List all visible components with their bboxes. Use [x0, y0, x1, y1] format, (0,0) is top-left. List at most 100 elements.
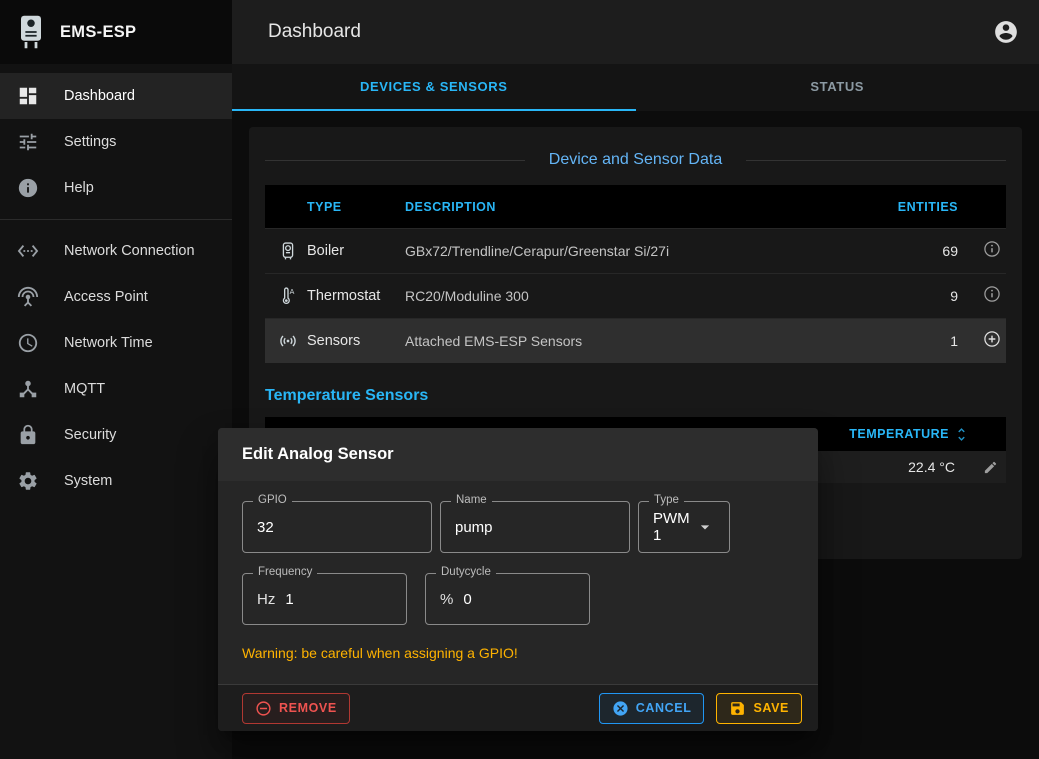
type-field-label: Type: [649, 494, 684, 506]
sidebar-divider: [0, 219, 232, 220]
app-root: EMS-ESP Dashboard Settings Help Network …: [0, 0, 1039, 759]
cancel-button-label: CANCEL: [636, 701, 692, 715]
tab-status[interactable]: STATUS: [636, 64, 1039, 111]
divider-line: [265, 160, 525, 161]
save-button-label: SAVE: [753, 701, 789, 715]
field-row-2: Frequency Hz Dutycycle %: [242, 573, 794, 625]
remove-button[interactable]: REMOVE: [242, 693, 350, 724]
tab-label: STATUS: [810, 79, 864, 94]
info-circle-icon[interactable]: [982, 239, 1002, 264]
gpio-input[interactable]: [257, 519, 417, 536]
app-header: EMS-ESP: [0, 0, 232, 64]
cell-description: RC20/Moduline 300: [405, 288, 842, 304]
lock-icon: [16, 423, 40, 447]
cell-entities: 1: [842, 333, 962, 349]
remove-button-label: REMOVE: [279, 701, 337, 715]
svg-text:A: A: [290, 288, 295, 296]
cell-entities: 9: [842, 288, 962, 304]
sidebar-item-label: MQTT: [64, 381, 105, 397]
sidebar-item-network-time[interactable]: Network Time: [0, 320, 232, 366]
account-icon[interactable]: [993, 19, 1019, 45]
tab-label: DEVICES & SENSORS: [360, 79, 507, 94]
dutycycle-field[interactable]: Dutycycle %: [425, 573, 590, 625]
sidebar: EMS-ESP Dashboard Settings Help Network …: [0, 0, 232, 759]
frequency-input[interactable]: [285, 591, 392, 608]
add-circle-icon[interactable]: [982, 329, 1002, 354]
tune-icon: [16, 130, 40, 154]
name-input[interactable]: [455, 519, 615, 536]
cancel-icon: [612, 700, 629, 717]
edit-analog-sensor-dialog: Edit Analog Sensor GPIO Name Type PWM 1: [218, 428, 818, 731]
save-icon: [729, 700, 746, 717]
dialog-footer: REMOVE CANCEL SAVE: [218, 684, 818, 731]
ethernet-icon: [16, 239, 40, 263]
type-select[interactable]: Type PWM 1: [638, 501, 730, 553]
cell-description: Attached EMS-ESP Sensors: [405, 333, 842, 349]
sidebar-item-label: Help: [64, 180, 94, 196]
cell-description: GBx72/Trendline/Cerapur/Greenstar Si/27i: [405, 243, 842, 259]
frequency-field-label: Frequency: [253, 566, 317, 578]
chevron-down-icon: [695, 517, 715, 537]
sidebar-item-label: Settings: [64, 134, 116, 150]
table-row-sensors[interactable]: Sensors Attached EMS-ESP Sensors 1: [265, 318, 1006, 363]
header-type: TYPE: [307, 200, 405, 214]
antenna-icon: [16, 285, 40, 309]
cell-type: Boiler: [307, 243, 405, 259]
table-row-boiler[interactable]: Boiler GBx72/Trendline/Cerapur/Greenstar…: [265, 228, 1006, 273]
cell-type: Thermostat: [307, 288, 405, 304]
divider-line: [746, 160, 1006, 161]
app-title: EMS-ESP: [60, 23, 136, 42]
sidebar-item-settings[interactable]: Settings: [0, 119, 232, 165]
sensors-icon: [265, 331, 307, 351]
sidebar-item-access-point[interactable]: Access Point: [0, 274, 232, 320]
header-description: DESCRIPTION: [405, 200, 842, 214]
dashboard-icon: [16, 84, 40, 108]
info-circle-icon[interactable]: [982, 284, 1002, 309]
sidebar-item-security[interactable]: Security: [0, 412, 232, 458]
gear-icon: [16, 469, 40, 493]
save-button[interactable]: SAVE: [716, 693, 802, 724]
type-select-value: PWM 1: [653, 510, 695, 544]
gpio-field[interactable]: GPIO: [242, 501, 432, 553]
hub-icon: [16, 377, 40, 401]
dialog-title: Edit Analog Sensor: [218, 428, 818, 481]
sidebar-item-dashboard[interactable]: Dashboard: [0, 73, 232, 119]
field-row-1: GPIO Name Type PWM 1: [242, 501, 794, 553]
topbar: Dashboard: [232, 0, 1039, 64]
sidebar-item-mqtt[interactable]: MQTT: [0, 366, 232, 412]
temperature-value: 22.4 °C: [908, 459, 955, 475]
section-header: Device and Sensor Data: [265, 151, 1006, 169]
header-entities: ENTITIES: [842, 200, 962, 214]
device-table-header: TYPE DESCRIPTION ENTITIES: [265, 185, 1006, 228]
frequency-field[interactable]: Frequency Hz: [242, 573, 407, 625]
dutycycle-field-label: Dutycycle: [436, 566, 496, 578]
temperature-sensors-title: Temperature Sensors: [265, 387, 1006, 405]
gpio-field-label: GPIO: [253, 494, 292, 506]
tabbar: DEVICES & SENSORS STATUS: [232, 64, 1039, 111]
thermostat-icon: A: [265, 286, 307, 306]
dutycycle-input[interactable]: [463, 591, 575, 608]
sort-unfold-icon[interactable]: [953, 426, 970, 443]
sidebar-item-network-connection[interactable]: Network Connection: [0, 228, 232, 274]
sidebar-item-label: Security: [64, 427, 116, 443]
sidebar-item-label: System: [64, 473, 112, 489]
section-title: Device and Sensor Data: [525, 151, 746, 169]
sidebar-item-label: Network Time: [64, 335, 153, 351]
sidebar-item-help[interactable]: Help: [0, 165, 232, 211]
name-field[interactable]: Name: [440, 501, 630, 553]
sidebar-item-label: Access Point: [64, 289, 148, 305]
cancel-button[interactable]: CANCEL: [599, 693, 705, 724]
clock-icon: [16, 331, 40, 355]
edit-pencil-icon[interactable]: [983, 460, 998, 475]
gpio-warning-text: Warning: be careful when assigning a GPI…: [242, 645, 794, 661]
boiler-logo-icon: [16, 14, 46, 50]
sidebar-item-system[interactable]: System: [0, 458, 232, 504]
frequency-unit-adornment: Hz: [257, 591, 275, 608]
tab-devices-sensors[interactable]: DEVICES & SENSORS: [232, 64, 636, 111]
page-title: Dashboard: [268, 21, 993, 43]
table-row-thermostat[interactable]: A Thermostat RC20/Moduline 300 9: [265, 273, 1006, 318]
sidebar-item-label: Network Connection: [64, 243, 195, 259]
cell-type: Sensors: [307, 333, 405, 349]
dialog-body: GPIO Name Type PWM 1 Frequency: [218, 481, 818, 684]
sidebar-nav: Dashboard Settings Help Network Connecti…: [0, 64, 232, 504]
